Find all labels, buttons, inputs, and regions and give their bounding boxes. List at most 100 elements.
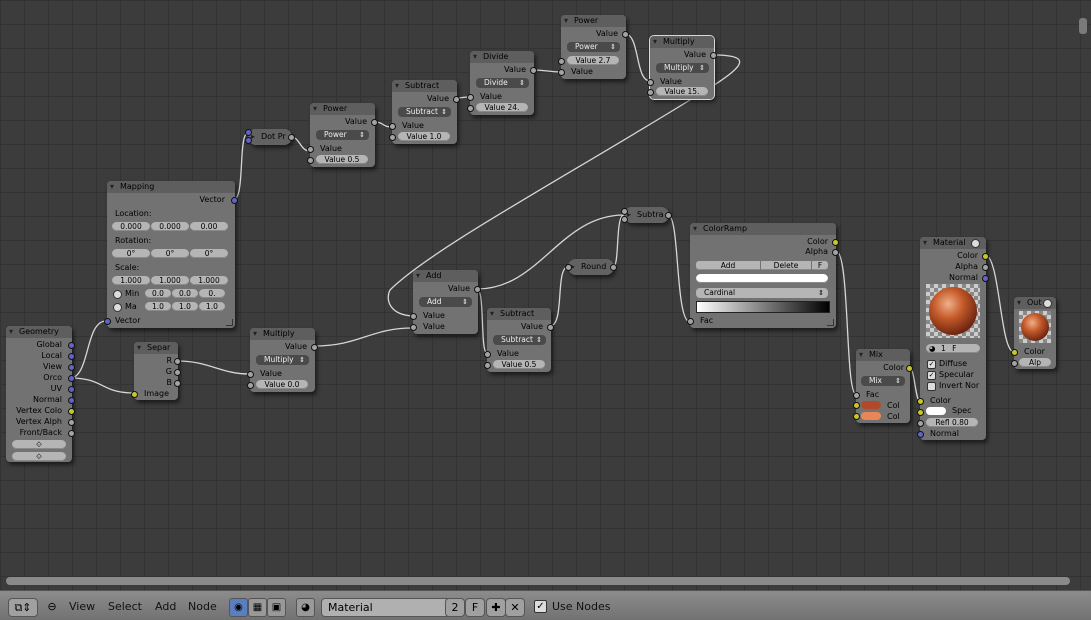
value-field[interactable]: Value 0.5 bbox=[316, 155, 368, 164]
socket[interactable] bbox=[621, 208, 628, 215]
socket[interactable] bbox=[917, 431, 924, 438]
node-title[interactable]: Mix bbox=[856, 349, 910, 361]
menu-select[interactable]: Select bbox=[108, 598, 142, 615]
round-node[interactable]: Round bbox=[565, 259, 617, 275]
socket[interactable] bbox=[231, 197, 238, 204]
operation-dropdown[interactable]: Subtract bbox=[493, 335, 546, 345]
socket[interactable] bbox=[853, 402, 860, 409]
max-z[interactable]: 1.0 bbox=[199, 302, 225, 311]
users-count-button[interactable]: 2 bbox=[445, 598, 465, 617]
value-field[interactable]: Value 24. bbox=[476, 103, 528, 112]
operation-dropdown[interactable]: Multiply bbox=[256, 355, 309, 365]
socket[interactable] bbox=[389, 134, 396, 141]
socket[interactable] bbox=[245, 129, 252, 136]
node-title[interactable]: Multiply bbox=[250, 328, 315, 340]
colorramp-node[interactable]: ColorRamp Color Alpha Add Delete F Cardi… bbox=[687, 223, 839, 328]
resize-handle[interactable] bbox=[226, 319, 233, 326]
socket[interactable] bbox=[832, 239, 839, 246]
socket[interactable] bbox=[832, 249, 839, 256]
alpha-field[interactable]: Alp bbox=[1019, 358, 1051, 367]
multiply-node-top[interactable]: Multiply Value Multiply Value Value 15. bbox=[647, 35, 717, 100]
color-ramp-bar[interactable] bbox=[696, 301, 830, 313]
socket[interactable] bbox=[453, 96, 460, 103]
geometry-node[interactable]: Geometry Global Local View Orco UV Norma… bbox=[6, 326, 75, 462]
socket[interactable] bbox=[68, 375, 75, 382]
value-field[interactable]: Value 0.5 bbox=[493, 360, 545, 369]
min-checkbox[interactable] bbox=[113, 290, 122, 299]
socket[interactable] bbox=[467, 105, 474, 112]
socket[interactable] bbox=[484, 362, 491, 369]
socket[interactable] bbox=[853, 392, 860, 399]
material-name-field[interactable]: Material bbox=[321, 598, 451, 617]
spec-color-swatch[interactable] bbox=[926, 407, 946, 415]
socket[interactable] bbox=[565, 264, 572, 271]
node-title[interactable]: Power bbox=[310, 103, 375, 115]
socket[interactable] bbox=[621, 216, 628, 223]
socket[interactable] bbox=[1011, 360, 1018, 367]
node-title[interactable]: Power bbox=[561, 15, 626, 27]
value-field[interactable]: Value 15. bbox=[656, 87, 708, 96]
operation-dropdown[interactable]: Divide bbox=[476, 78, 529, 88]
socket[interactable] bbox=[68, 342, 75, 349]
location-y[interactable]: 0.000 bbox=[151, 222, 189, 231]
socket[interactable] bbox=[247, 382, 254, 389]
editor-type-button[interactable]: ⧉⇕ bbox=[8, 598, 38, 617]
socket[interactable] bbox=[982, 253, 989, 260]
scale-y[interactable]: 1.000 bbox=[151, 276, 189, 285]
reflectivity-field[interactable]: Refl 0.80 bbox=[926, 418, 978, 427]
node-title[interactable]: Multiply bbox=[650, 36, 714, 48]
node-title[interactable]: Separ bbox=[134, 342, 178, 354]
rotation-z[interactable]: 0° bbox=[190, 249, 228, 258]
value-field[interactable]: Value 0.0 bbox=[256, 380, 308, 389]
node-title[interactable]: Geometry bbox=[6, 326, 72, 338]
subtract-node-collapsed[interactable]: Subtra bbox=[621, 207, 672, 223]
vertical-scrollbar[interactable] bbox=[1079, 18, 1087, 34]
socket[interactable] bbox=[687, 318, 694, 325]
socket[interactable] bbox=[547, 324, 554, 331]
socket[interactable] bbox=[1011, 349, 1018, 356]
color2-swatch[interactable] bbox=[861, 412, 881, 420]
socket[interactable] bbox=[68, 386, 75, 393]
node-title[interactable]: Dot Pr bbox=[248, 129, 292, 145]
socket[interactable] bbox=[68, 430, 75, 437]
socket[interactable] bbox=[530, 67, 537, 74]
socket[interactable] bbox=[484, 351, 491, 358]
node-title[interactable]: Subtra bbox=[624, 207, 669, 223]
new-material-button[interactable]: ✚ bbox=[486, 598, 506, 617]
uv-layer-field[interactable]: ⟐ bbox=[12, 440, 66, 449]
specular-checkbox[interactable]: ✓ bbox=[927, 371, 936, 380]
socket[interactable] bbox=[68, 397, 75, 404]
socket[interactable] bbox=[558, 69, 565, 76]
socket[interactable] bbox=[389, 123, 396, 130]
socket[interactable] bbox=[853, 413, 860, 420]
divide-node[interactable]: Divide Value Divide Value Value 24. bbox=[467, 51, 537, 115]
min-y[interactable]: 0.0 bbox=[172, 289, 198, 298]
rotation-x[interactable]: 0° bbox=[112, 249, 150, 258]
socket[interactable] bbox=[307, 157, 314, 164]
resize-handle[interactable] bbox=[827, 319, 834, 326]
diffuse-checkbox[interactable]: ✓ bbox=[927, 360, 936, 369]
socket[interactable] bbox=[917, 420, 924, 427]
min-z[interactable]: 0. bbox=[199, 289, 225, 298]
socket[interactable] bbox=[174, 369, 181, 376]
rotation-y[interactable]: 0° bbox=[151, 249, 189, 258]
compositing-nodes-toggle[interactable]: ▣ bbox=[267, 598, 286, 617]
vcol-layer-field[interactable]: ⟐ bbox=[12, 452, 66, 461]
blend-mode-dropdown[interactable]: Mix bbox=[861, 376, 905, 386]
socket[interactable] bbox=[906, 365, 913, 372]
socket[interactable] bbox=[68, 353, 75, 360]
node-title[interactable]: Divide bbox=[470, 51, 534, 63]
subtract-node-2[interactable]: Subtract Value Subtract Value Value 0.5 bbox=[484, 308, 554, 372]
socket[interactable] bbox=[982, 264, 989, 271]
socket[interactable] bbox=[647, 79, 654, 86]
output-node[interactable]: Out Color Alp bbox=[1011, 297, 1056, 369]
socket[interactable] bbox=[474, 286, 481, 293]
socket[interactable] bbox=[174, 380, 181, 387]
value-field[interactable]: Value 2.7 bbox=[567, 56, 619, 65]
socket[interactable] bbox=[917, 398, 924, 405]
operation-dropdown[interactable]: Multiply bbox=[656, 63, 709, 73]
dot-product-node[interactable]: Dot Pr bbox=[245, 129, 295, 145]
max-x[interactable]: 1.0 bbox=[145, 302, 171, 311]
socket[interactable] bbox=[68, 364, 75, 371]
socket[interactable] bbox=[610, 264, 617, 271]
